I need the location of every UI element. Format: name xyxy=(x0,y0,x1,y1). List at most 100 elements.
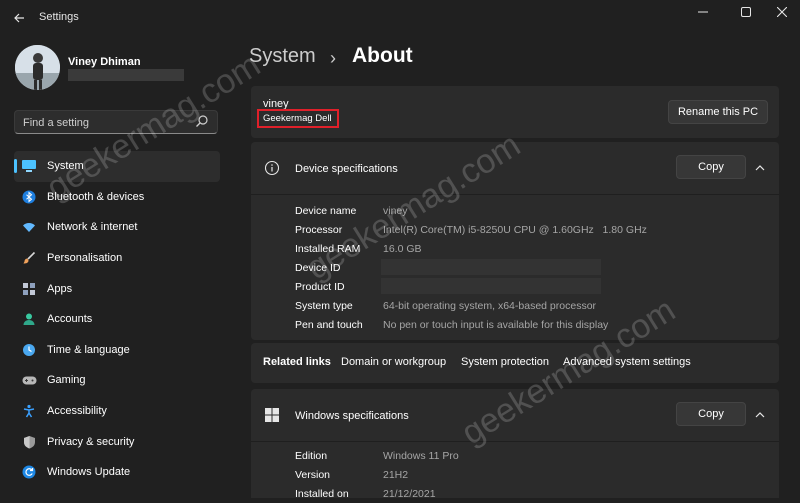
sidebar-item-personalisation[interactable]: Personalisation xyxy=(14,243,220,274)
copy-windows-specs-button[interactable]: Copy xyxy=(676,402,746,426)
page-title: About xyxy=(352,44,413,67)
sidebar-item-label: Network & internet xyxy=(47,221,138,234)
spec-key: Product ID xyxy=(295,281,345,293)
person-icon xyxy=(21,311,37,327)
globe-icon xyxy=(21,342,37,358)
spec-value: Intel(R) Core(TM) i5-8250U CPU @ 1.60GHz… xyxy=(383,224,647,236)
gamepad-icon xyxy=(21,372,37,388)
redacted-value xyxy=(381,259,601,275)
close-icon xyxy=(776,6,788,18)
title-bar: Settings xyxy=(0,0,800,36)
section-title: Windows specifications xyxy=(295,410,409,422)
spec-key: System type xyxy=(295,300,353,312)
sidebar-item-accounts[interactable]: Accounts xyxy=(14,304,220,335)
minimize-icon xyxy=(698,11,708,13)
spec-row-installed-on: Installed on 21/12/2021 xyxy=(251,484,779,503)
user-name: Viney Dhiman xyxy=(68,56,141,68)
chevron-up-icon[interactable] xyxy=(754,162,766,174)
section-title: Device specifications xyxy=(295,163,398,175)
related-links-heading: Related links xyxy=(263,356,331,368)
search-box[interactable] xyxy=(14,110,218,134)
back-button[interactable] xyxy=(8,8,30,28)
sidebar-item-apps[interactable]: Apps xyxy=(14,273,220,304)
search-input[interactable] xyxy=(21,113,195,133)
spec-value: Windows 11 Pro xyxy=(383,450,459,462)
windows-specifications-header[interactable]: Windows specifications Copy xyxy=(251,389,779,442)
sidebar-item-label: Bluetooth & devices xyxy=(47,190,145,203)
spec-value: 21H2 xyxy=(383,469,409,481)
spec-key: Installed RAM xyxy=(295,243,361,255)
sidebar-item-label: Privacy & security xyxy=(47,435,135,448)
device-specifications-header[interactable]: Device specifications Copy xyxy=(251,142,779,195)
system-protection-link[interactable]: System protection xyxy=(461,356,549,368)
spec-row-edition: Edition Windows 11 Pro xyxy=(251,446,779,465)
spec-key: Device ID xyxy=(295,262,341,274)
spec-value: 64-bit operating system, x64-based proce… xyxy=(383,300,597,312)
info-icon xyxy=(264,160,280,176)
device-specifications-card: Device specifications Copy Device name v… xyxy=(251,142,779,340)
sidebar-item-accessibility[interactable]: Accessibility xyxy=(14,396,220,427)
bluetooth-icon xyxy=(21,189,37,205)
copy-device-specs-button[interactable]: Copy xyxy=(676,155,746,179)
spec-row-installed-ram: Installed RAM 16.0 GB xyxy=(251,239,779,258)
spec-key: Pen and touch xyxy=(295,319,363,331)
spec-value: 16.0 GB xyxy=(383,243,422,255)
sidebar-item-network[interactable]: Network & internet xyxy=(14,212,220,243)
accessibility-icon xyxy=(21,403,37,419)
spec-key: Device name xyxy=(295,205,357,217)
spec-row-pen-touch: Pen and touch No pen or touch input is a… xyxy=(251,315,779,334)
spec-row-product-id: Product ID xyxy=(251,277,779,296)
rename-pc-button[interactable]: Rename this PC xyxy=(668,100,768,124)
spec-value: viney xyxy=(383,205,408,217)
user-email-redacted xyxy=(68,69,184,81)
chevron-up-icon[interactable] xyxy=(754,409,766,421)
spec-key: Version xyxy=(295,469,331,481)
sidebar-item-gaming[interactable]: Gaming xyxy=(14,365,220,396)
sidebar-item-label: Personalisation xyxy=(47,252,123,265)
spec-value: No pen or touch input is available for t… xyxy=(383,319,609,331)
update-icon xyxy=(21,464,37,480)
monitor-icon xyxy=(21,158,37,174)
sidebar-item-windows-update[interactable]: Windows Update xyxy=(14,457,220,488)
sidebar-item-label: Gaming xyxy=(47,374,86,387)
avatar[interactable] xyxy=(15,45,60,90)
windows-logo-icon xyxy=(265,408,279,422)
windows-specifications-card: Windows specifications Copy Edition Wind… xyxy=(251,389,779,500)
minimize-button[interactable] xyxy=(689,4,717,22)
domain-workgroup-link[interactable]: Domain or workgroup xyxy=(341,356,446,368)
sidebar-item-time-language[interactable]: Time & language xyxy=(14,335,220,366)
search-icon[interactable] xyxy=(195,114,209,130)
breadcrumb-separator: › xyxy=(330,48,336,68)
spec-row-device-id: Device ID xyxy=(251,258,779,277)
app-title: Settings xyxy=(39,11,79,23)
maximize-button[interactable] xyxy=(732,4,760,22)
arrow-left-icon xyxy=(14,13,24,23)
sidebar-item-system[interactable]: System xyxy=(14,151,220,182)
wifi-icon xyxy=(21,219,37,235)
related-links-bar: Related links Domain or workgroup System… xyxy=(251,343,779,383)
spec-row-system-type: System type 64-bit operating system, x64… xyxy=(251,296,779,315)
apps-icon xyxy=(21,281,37,297)
brush-icon xyxy=(21,250,37,266)
redacted-value xyxy=(381,278,601,294)
sidebar-item-label: Time & language xyxy=(47,343,130,356)
pc-name-card: viney Geekermag Dell Rename this PC xyxy=(251,86,779,138)
breadcrumb-parent[interactable]: System xyxy=(249,45,316,68)
sidebar-item-privacy-security[interactable]: Privacy & security xyxy=(14,426,220,457)
spec-key: Installed on xyxy=(295,488,349,500)
advanced-system-settings-link[interactable]: Advanced system settings xyxy=(563,356,691,368)
person-photo-icon xyxy=(15,45,60,90)
shield-icon xyxy=(21,434,37,450)
pc-model: Geekermag Dell xyxy=(263,113,332,124)
maximize-icon xyxy=(741,7,751,17)
sidebar-nav: System Bluetooth & devices Network & int… xyxy=(14,151,220,488)
spec-value: 21/12/2021 xyxy=(383,488,436,500)
close-button[interactable] xyxy=(768,4,796,22)
spec-row-processor: Processor Intel(R) Core(TM) i5-8250U CPU… xyxy=(251,220,779,239)
spec-row-device-name: Device name viney xyxy=(251,201,779,220)
sidebar-item-label: System xyxy=(47,160,84,173)
sidebar-item-label: Apps xyxy=(47,282,73,295)
sidebar-item-label: Accessibility xyxy=(47,405,107,418)
highlight-box: Geekermag Dell xyxy=(257,109,339,128)
sidebar-item-bluetooth[interactable]: Bluetooth & devices xyxy=(14,182,220,213)
